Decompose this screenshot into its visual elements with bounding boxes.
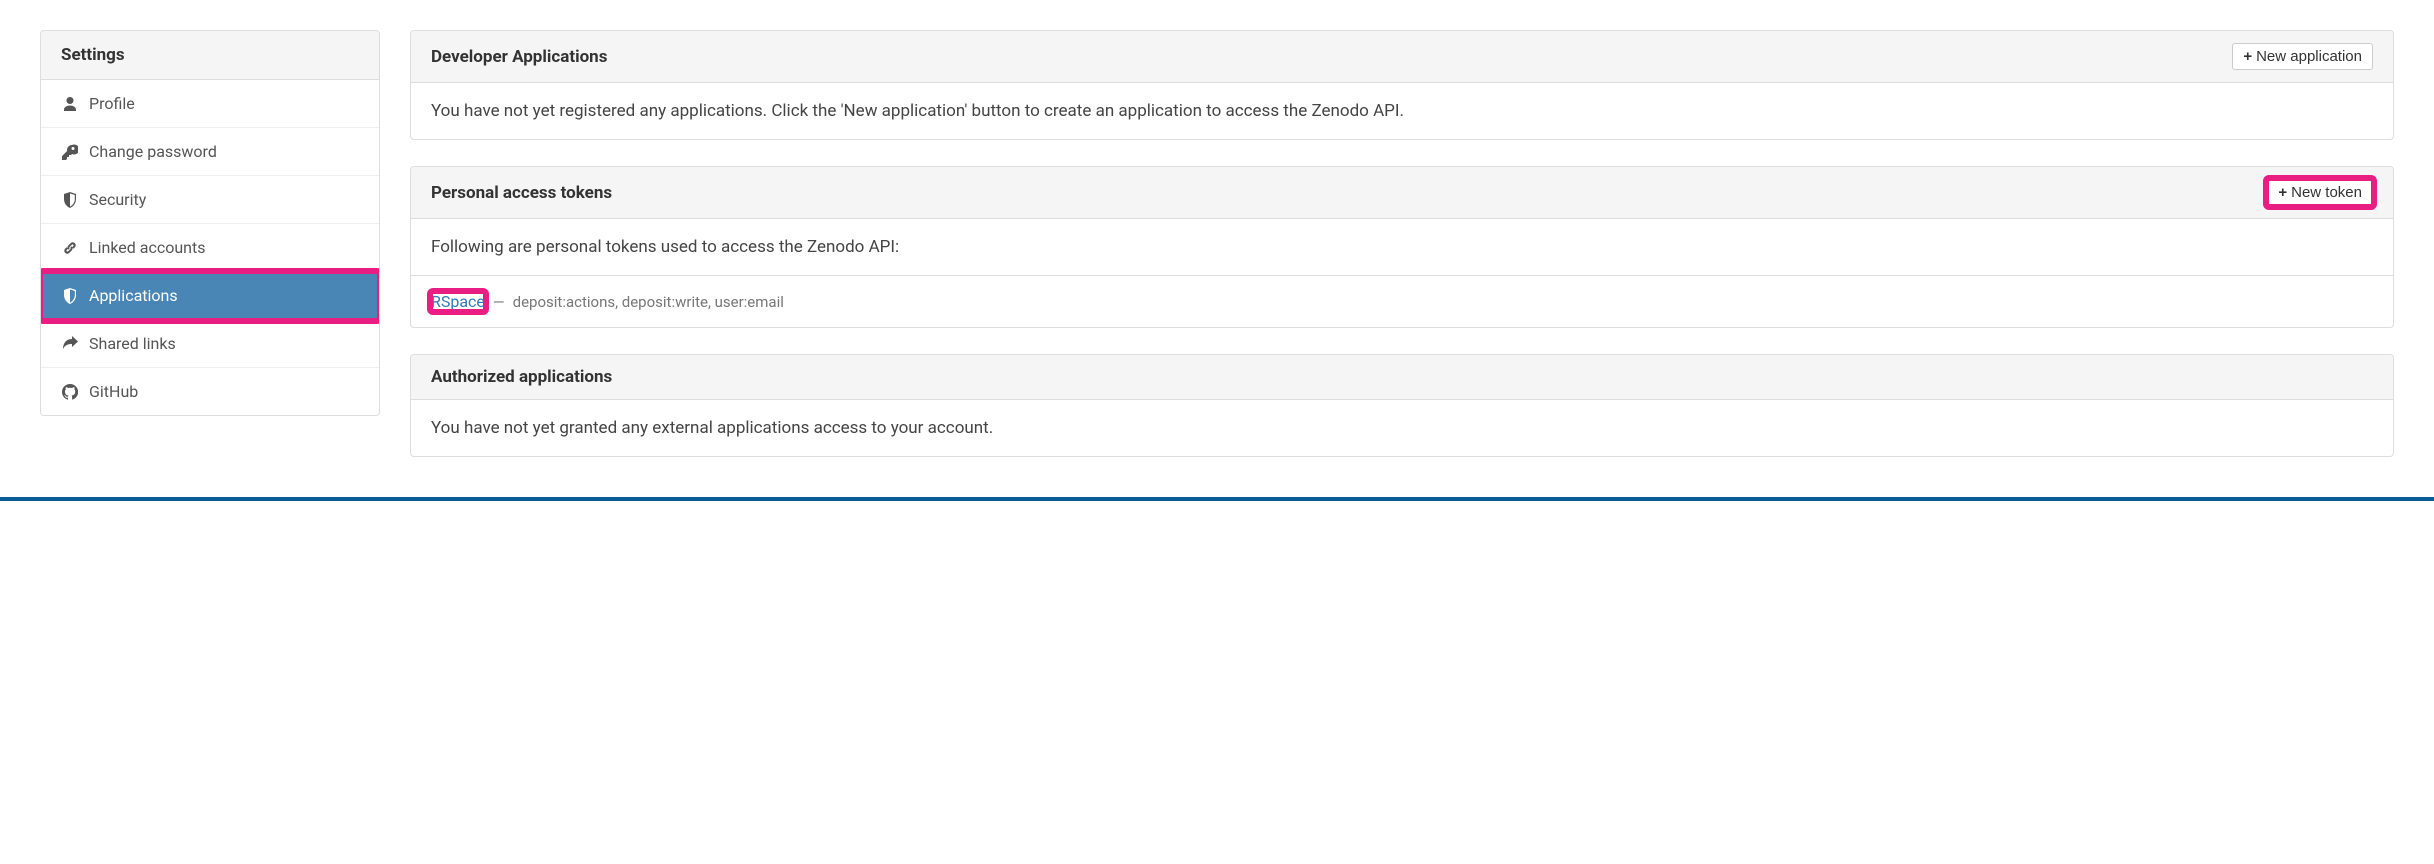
sidebar-item-label: Applications xyxy=(89,286,178,305)
panel-title: Personal access tokens xyxy=(431,183,612,203)
developer-applications-panel: Developer Applications + New application… xyxy=(410,30,2394,140)
panel-title: Authorized applications xyxy=(431,367,612,387)
share-icon xyxy=(61,335,79,353)
authorized-applications-panel: Authorized applications You have not yet… xyxy=(410,354,2394,457)
settings-sidebar: Settings Profile Change password Securit… xyxy=(40,30,380,457)
plus-icon: + xyxy=(2278,184,2287,201)
sidebar-item-security[interactable]: Security xyxy=(41,176,379,224)
footer-accent xyxy=(0,497,2434,501)
sidebar-item-label: Profile xyxy=(89,94,135,113)
sidebar-item-github[interactable]: GitHub xyxy=(41,368,379,415)
sidebar-title: Settings xyxy=(41,31,379,80)
token-link-rspace[interactable]: RSpace xyxy=(431,292,485,311)
user-icon xyxy=(61,95,79,113)
sidebar-item-applications[interactable]: Applications xyxy=(41,272,379,320)
token-list: RSpace — deposit:actions, deposit:write,… xyxy=(411,275,2393,327)
personal-access-tokens-panel: Personal access tokens + New token Follo… xyxy=(410,166,2394,328)
button-label: New application xyxy=(2256,48,2362,65)
panel-body: You have not yet granted any external ap… xyxy=(411,400,2393,456)
new-token-button[interactable]: + New token xyxy=(2267,179,2373,206)
shield-icon xyxy=(61,287,79,305)
link-icon xyxy=(61,239,79,257)
sidebar-item-change-password[interactable]: Change password xyxy=(41,128,379,176)
token-separator: — xyxy=(493,293,505,311)
sidebar-item-label: Linked accounts xyxy=(89,238,206,257)
main-content: Developer Applications + New application… xyxy=(410,30,2394,457)
github-icon xyxy=(61,383,79,401)
sidebar-item-label: Security xyxy=(89,190,146,209)
sidebar-item-linked-accounts[interactable]: Linked accounts xyxy=(41,224,379,272)
sidebar-item-profile[interactable]: Profile xyxy=(41,80,379,128)
sidebar-item-shared-links[interactable]: Shared links xyxy=(41,320,379,368)
panel-body: You have not yet registered any applicat… xyxy=(411,83,2393,139)
token-scopes: deposit:actions, deposit:write, user:ema… xyxy=(513,293,784,311)
sidebar-item-label: Change password xyxy=(89,142,217,161)
panel-body: Following are personal tokens used to ac… xyxy=(411,219,2393,275)
token-item: RSpace — deposit:actions, deposit:write,… xyxy=(411,276,2393,327)
new-application-button[interactable]: + New application xyxy=(2232,43,2373,70)
sidebar-item-label: Shared links xyxy=(89,334,176,353)
shield-icon xyxy=(61,191,79,209)
panel-title: Developer Applications xyxy=(431,47,607,67)
plus-icon: + xyxy=(2243,48,2252,65)
key-icon xyxy=(61,143,79,161)
sidebar-item-label: GitHub xyxy=(89,382,138,401)
button-label: New token xyxy=(2291,184,2362,201)
